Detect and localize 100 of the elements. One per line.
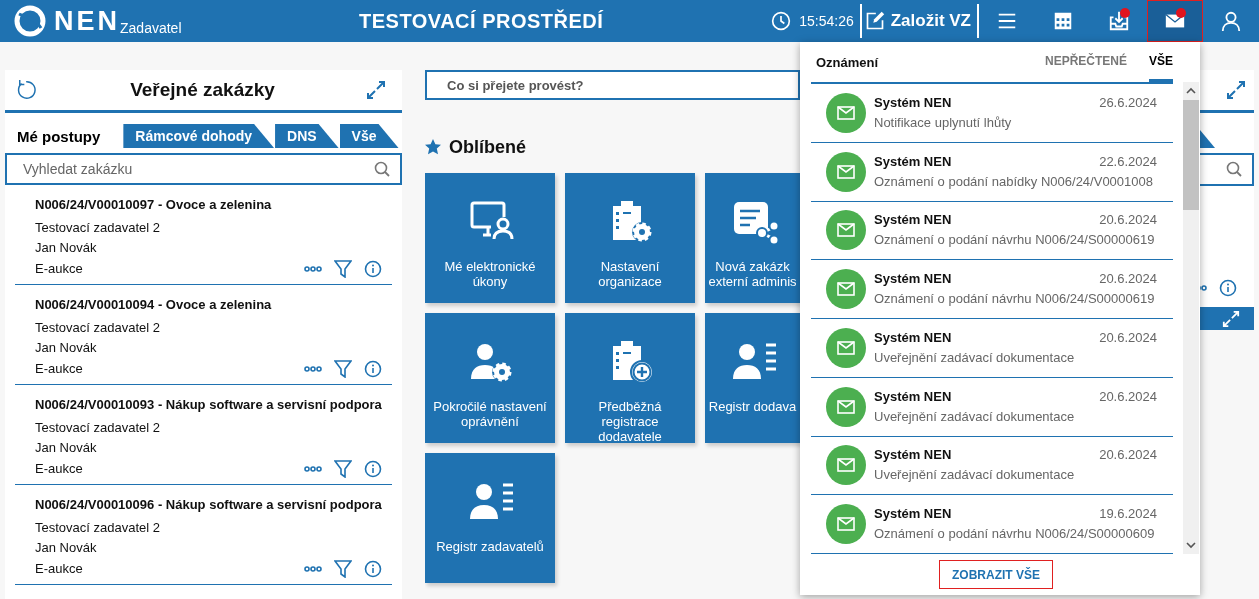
organization-name: Testovací zadavatel 2 [35, 219, 162, 237]
role-label: Zadavatel [120, 20, 182, 36]
clock-icon [771, 11, 792, 31]
calendar-icon [1052, 10, 1074, 32]
person-name: Jan Novák [35, 239, 98, 257]
notification-item[interactable]: Systém NEN 20.6.2024 Oznámení o podání návrhu N006/24/S00000619 [811, 260, 1173, 319]
edit-icon [864, 11, 885, 31]
message-text: Uveřejnění zadávací dokumentace [874, 466, 1076, 485]
message-text: Uveřejnění zadávací dokumentace [874, 407, 1076, 426]
logo-text: NEN [54, 5, 120, 37]
sender-name: Systém NEN [874, 387, 952, 406]
filter-icon[interactable] [334, 260, 352, 278]
time-label: 15:54:26 [799, 13, 854, 29]
info-icon[interactable] [364, 260, 382, 278]
scrollbar[interactable] [1183, 82, 1199, 554]
sender-name: Systém NEN [874, 446, 952, 465]
contract-title[interactable]: N006/24/V00010097 - Ovoce a zelenina [35, 195, 392, 215]
tab[interactable]: VŠE [1149, 42, 1173, 82]
notification-item[interactable]: Systém NEN 22.6.2024 Oznámení o podání nabídky N006/24/V0001008 [811, 142, 1173, 202]
toolbar-button[interactable] [1147, 0, 1203, 42]
date-label: 20.6.2024 [1099, 387, 1157, 406]
person-name: Jan Novák [35, 339, 98, 357]
sender-name: Systém NEN [874, 270, 952, 289]
notification-item[interactable]: Systém NEN 20.6.2024 Uveřejnění zadávací dokumentace [811, 319, 1173, 378]
notification-item[interactable]: Systém NEN 20.6.2024 Uveřejnění zadávací dokumentace [811, 436, 1173, 496]
environment-title: TESTOVACÍ PROSTŘEDÍ [359, 9, 604, 33]
info-icon[interactable] [1219, 279, 1237, 297]
info-icon[interactable] [364, 460, 382, 478]
procedure-type: E-aukce [35, 460, 83, 478]
sender-name: Systém NEN [874, 328, 952, 347]
message-text: Oznámení o podání návrhu N006/24/S00000609 [874, 525, 1156, 544]
star-icon [425, 139, 441, 155]
filter-icon[interactable] [334, 560, 352, 578]
refresh-icon[interactable] [17, 79, 39, 101]
notification-item[interactable]: Systém NEN 26.6.2024 Notifikace uplynutí lhůty [811, 84, 1173, 143]
tab[interactable]: Rámcové dohody [123, 124, 275, 148]
filter-icon[interactable] [334, 360, 352, 378]
search-field[interactable]: Vyhledat zakázku [5, 153, 402, 185]
info-icon[interactable] [364, 560, 382, 578]
contract-title[interactable]: N006/24/V00010093 - Nákup software a servisní podpora [35, 395, 392, 415]
organization-name: Testovací zadavatel 2 [35, 319, 162, 337]
show-all-button[interactable]: ZOBRAZIT VŠE [939, 560, 1053, 589]
notification-item[interactable]: Systém NEN 20.6.2024 Uveřejnění zadávací dokumentace [811, 377, 1173, 437]
command-search-field[interactable]: Co si přejete provést? [425, 70, 800, 100]
contract-title[interactable]: N006/24/V00010096 - Nákup software a servisní podpora [35, 495, 392, 515]
user-icon [1220, 10, 1242, 32]
date-label: 19.6.2024 [1099, 505, 1157, 524]
person-name: Jan Novák [35, 539, 98, 557]
person-name: Jan Novák [35, 439, 98, 457]
favorite-tile[interactable]: Pokročilé nastavení oprávnění [425, 313, 555, 443]
mail-icon [826, 327, 866, 368]
contract-title[interactable]: N006/24/V00010094 - Ovoce a zelenina [35, 295, 392, 315]
more-icon[interactable] [304, 465, 322, 473]
more-icon[interactable] [304, 365, 322, 373]
tab[interactable]: NEPŘEČTENÉ [1044, 42, 1127, 82]
expand-icon[interactable] [1226, 80, 1246, 100]
info-icon[interactable] [364, 360, 382, 378]
create-button[interactable]: Založit VZ [861, 0, 977, 42]
mail-icon [826, 445, 866, 486]
scroll-up-icon[interactable] [1185, 86, 1197, 96]
procedure-type: E-aukce [35, 360, 83, 378]
date-label: 20.6.2024 [1099, 328, 1157, 347]
mail-icon [826, 210, 866, 251]
organization-name: Testovací zadavatel 2 [35, 419, 162, 437]
tab[interactable]: DNS [275, 124, 339, 148]
date-label: 22.6.2024 [1099, 152, 1157, 171]
more-icon[interactable] [304, 265, 322, 273]
search-icon [1226, 161, 1242, 177]
notification-item[interactable]: Systém NEN 19.6.2024 Oznámení o podání návrhu N006/24/S00000609 [811, 495, 1173, 554]
notification-dot [1120, 8, 1130, 18]
mail-icon [826, 269, 866, 310]
notification-dot [1176, 8, 1186, 18]
date-label: 20.6.2024 [1099, 270, 1157, 289]
favorite-tile[interactable]: Mé elektronické úkony [425, 173, 555, 303]
search-icon [374, 161, 390, 177]
favorite-tile[interactable]: Registr zadavatelů [425, 453, 555, 583]
message-text: Uveřejnění zadávací dokumentace [874, 348, 1076, 367]
filter-icon[interactable] [334, 460, 352, 478]
favorite-tile[interactable]: Nastavení organizace [565, 173, 695, 303]
tab[interactable]: Vše [339, 124, 399, 148]
expand-icon[interactable] [366, 80, 386, 100]
date-label: 20.6.2024 [1099, 446, 1157, 465]
favorite-tile[interactable]: Nová zakázk externí adminis [705, 173, 800, 303]
procedure-type: E-aukce [35, 560, 83, 578]
mail-icon [826, 151, 866, 192]
scrollbar-thumb[interactable] [1183, 100, 1199, 210]
mail-icon [826, 92, 866, 133]
mail-icon [826, 386, 866, 427]
sender-name: Systém NEN [874, 211, 952, 230]
message-text: Oznámení o podání návrhu N006/24/S00000619 [874, 231, 1156, 250]
sender-name: Systém NEN [874, 505, 952, 524]
panel-title: Veřejné zakázky [129, 79, 276, 101]
favorite-tile[interactable]: Registr dodava [705, 313, 800, 443]
more-icon[interactable] [304, 565, 322, 573]
message-text: Oznámení o podání nabídky N006/24/V0001008 [874, 172, 1154, 191]
scroll-down-icon[interactable] [1185, 540, 1197, 550]
favorite-tile[interactable]: Předběžná registrace dodavatele [565, 313, 695, 443]
notification-item[interactable]: Systém NEN 20.6.2024 Oznámení o podání návrhu N006/24/S00000619 [811, 201, 1173, 261]
date-label: 26.6.2024 [1099, 93, 1157, 112]
popup-title: Oznámení [816, 54, 879, 70]
